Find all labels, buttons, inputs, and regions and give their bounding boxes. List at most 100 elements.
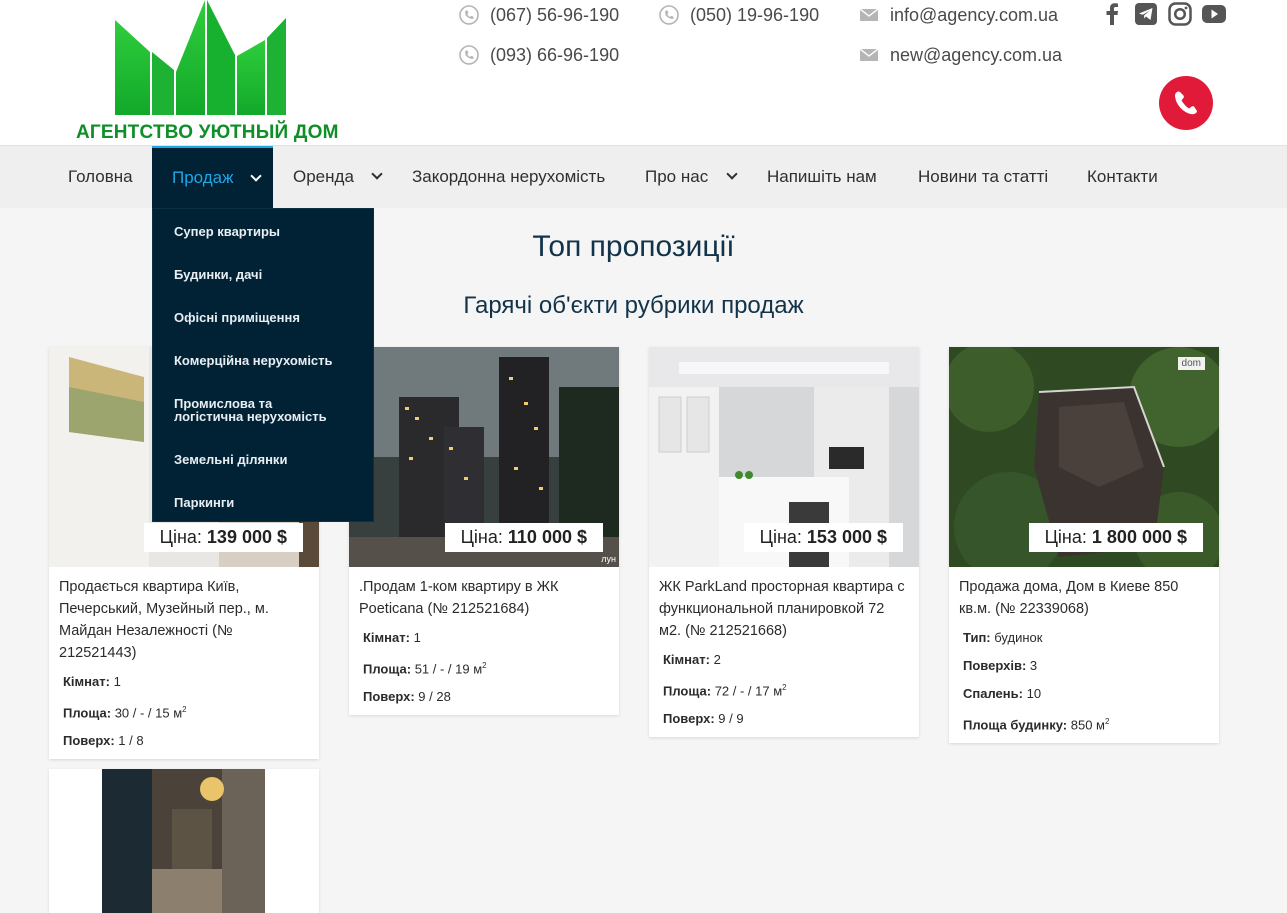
price-value: 153 000 $ [806, 527, 887, 547]
listing-photo[interactable]: Ціна: 153 000 $ [649, 347, 919, 567]
price-label: Ціна: [460, 527, 503, 547]
dropdown-item-industrial[interactable]: Промислова та логістична нерухомість [174, 397, 327, 423]
listing-title[interactable]: .Продам 1-ком квартиру в ЖК Poeticana (№… [349, 567, 619, 620]
nav-item-abroad[interactable]: Закордонна нерухомість [412, 146, 605, 208]
attr-label: Площа будинку: [963, 717, 1068, 733]
nav-item-home[interactable]: Головна [48, 146, 153, 208]
attr-value: 9 / 28 [418, 689, 451, 705]
social-links [1100, 2, 1226, 26]
dropdown-item-offices[interactable]: Офісні приміщення [174, 311, 300, 324]
email-address: info@agency.com.ua [890, 4, 1059, 25]
attr-floor: Поверх: 9 / 9 [663, 705, 905, 733]
phone-3[interactable]: (093) 66-96-190 [458, 44, 619, 66]
listing-card[interactable]: Ціна: 110 000 $ лун .Продам 1-ком кварти… [349, 347, 619, 715]
attr-value: 2 [713, 652, 721, 667]
instagram-icon[interactable] [1168, 2, 1192, 26]
attr-floors: Поверхів: 3 [963, 652, 1205, 680]
email-2[interactable]: new@agency.com.ua [858, 44, 1062, 66]
attr-label: Кімнат: [663, 652, 710, 667]
nav-item-contacts[interactable]: Контакти [1087, 146, 1158, 208]
phone-2[interactable]: (050) 19-96-190 [658, 4, 819, 26]
attr-label: Кімнат: [363, 630, 410, 645]
attr-rooms: Кімнат: 1 [363, 624, 605, 652]
superscript: 2 [782, 683, 787, 692]
attr-label: Поверх: [663, 711, 715, 727]
listing-photo[interactable]: dom Ціна: 1 800 000 $ [949, 347, 1219, 567]
nav-label: Оренда [293, 167, 354, 186]
facebook-icon[interactable] [1100, 2, 1124, 26]
attr-area: Площа: 51 / - / 19 м2 [363, 652, 605, 683]
call-button[interactable] [1159, 76, 1213, 130]
attr-value: 72 / - / 17 м [714, 683, 783, 699]
nav-item-rent[interactable]: Оренда [293, 146, 383, 208]
chevron-down-icon [371, 168, 383, 180]
dropdown-item-land[interactable]: Земельні ділянки [174, 453, 287, 466]
dropdown-item-industrial-line2: логістична нерухомість [174, 409, 327, 424]
nav-label: Закордонна нерухомість [412, 167, 606, 186]
phone-handset-icon [1175, 91, 1197, 115]
listing-title[interactable]: Продажа дома, Дом в Киеве 850 кв.м. (№ 2… [949, 567, 1219, 620]
attr-type: Тип: будинок [963, 624, 1205, 652]
nav-item-about[interactable]: Про нас [645, 146, 738, 208]
site-logo[interactable]: АГЕНТСТВО УЮТНЫЙ ДОМ [72, 0, 338, 145]
envelope-icon [858, 4, 880, 26]
attr-area: Площа: 30 / - / 15 м2 [63, 696, 305, 727]
nav-item-write-us[interactable]: Напишіть нам [767, 146, 877, 208]
dropdown-item-commercial[interactable]: Комерційна нерухомість [174, 354, 333, 367]
dropdown-item-houses[interactable]: Будинки, дачі [174, 268, 262, 281]
phone-icon [458, 44, 480, 66]
email-1[interactable]: info@agency.com.ua [858, 4, 1058, 26]
phone-number: (067) 56-96-190 [490, 4, 620, 25]
phone-number: (050) 19-96-190 [690, 4, 820, 25]
attr-area: Площа: 72 / - / 17 м2 [663, 674, 905, 705]
attr-label: Площа: [63, 705, 112, 721]
attr-label: Кімнат: [63, 674, 110, 689]
listing-attributes: Кімнат: 2 Площа: 72 / - / 17 м2 Поверх: … [649, 642, 919, 743]
attr-value: 9 / 9 [718, 711, 744, 727]
nav-label: Про нас [645, 167, 709, 186]
price-value: 1 800 000 $ [1091, 527, 1187, 547]
attr-label: Поверхів: [963, 658, 1027, 673]
superscript: 2 [182, 705, 187, 714]
attr-house-area: Площа будинку: 850 м2 [963, 708, 1205, 739]
attr-value: 3 [1029, 658, 1038, 673]
sale-dropdown-menu: Супер квартиры Будинки, дачі Офісні прим… [152, 208, 374, 522]
price-value: 139 000 $ [206, 527, 287, 547]
telegram-icon[interactable] [1134, 2, 1158, 26]
phone-1[interactable]: (067) 56-96-190 [458, 4, 619, 26]
dropdown-item-super-apartments[interactable]: Супер квартиры [174, 225, 280, 238]
attr-value: 1 / 8 [118, 733, 144, 749]
listing-card[interactable] [49, 769, 319, 913]
listing-card[interactable]: Ціна: 153 000 $ ЖК ParkLand просторная к… [649, 347, 919, 737]
attr-bedrooms: Спалень: 10 [963, 680, 1205, 708]
logo-text: АГЕНТСТВО УЮТНЫЙ ДОМ [76, 122, 339, 143]
attr-rooms: Кімнат: 1 [63, 668, 305, 696]
listing-title[interactable]: ЖК ParkLand просторная квартира с функци… [649, 567, 919, 642]
listing-photo[interactable]: Ціна: 110 000 $ лун [349, 347, 619, 567]
price-tag: Ціна: 110 000 $ [444, 523, 603, 552]
attr-value: 30 / - / 15 м [114, 705, 183, 721]
listing-title[interactable]: Продається квартира Київ, Печерський, Му… [49, 567, 319, 664]
price-tag: Ціна: 139 000 $ [143, 523, 303, 552]
nav-label: Контакти [1087, 167, 1158, 186]
attr-value: 1 [413, 630, 421, 645]
listing-attributes: Кімнат: 1 Площа: 30 / - / 15 м2 Поверх: … [49, 664, 319, 765]
chevron-down-icon [250, 170, 262, 182]
site-header: АГЕНТСТВО УЮТНЫЙ ДОМ (067) 56-96-190 (05… [0, 0, 1287, 145]
nav-label: Продаж [172, 168, 234, 187]
attr-label: Тип: [963, 630, 991, 645]
nav-item-news[interactable]: Новини та статті [918, 146, 1048, 208]
nav-item-sale[interactable]: Продаж [152, 146, 273, 208]
attr-value: 850 м [1070, 717, 1105, 733]
envelope-icon [858, 44, 880, 66]
listing-card[interactable]: dom Ціна: 1 800 000 $ Продажа дома, Дом … [949, 347, 1219, 743]
listing-photo[interactable] [102, 769, 265, 913]
superscript: 2 [482, 661, 487, 670]
dropdown-item-parking[interactable]: Паркинги [174, 496, 234, 509]
superscript: 2 [1104, 717, 1110, 726]
youtube-icon[interactable] [1202, 2, 1226, 26]
attr-floor: Поверх: 9 / 28 [363, 683, 605, 711]
attr-rooms: Кімнат: 2 [663, 646, 905, 674]
price-tag: Ціна: 1 800 000 $ [1028, 523, 1203, 552]
price-label: Ціна: [159, 527, 202, 547]
